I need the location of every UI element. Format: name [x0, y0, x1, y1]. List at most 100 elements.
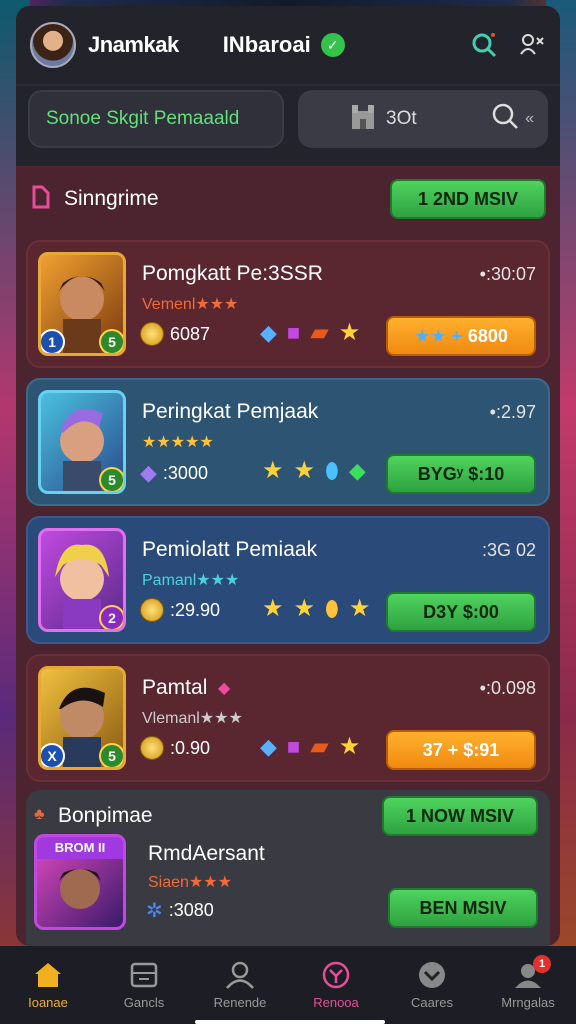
- section-title: Sinngrime: [64, 187, 159, 210]
- player-name: Pomgkatt Pe:3SSR: [142, 262, 323, 285]
- player-coins: :29.90: [170, 599, 221, 620]
- user-switch-icon[interactable]: [518, 31, 546, 59]
- chest-icon: ▰: [310, 733, 329, 760]
- notification-badge: 1: [533, 954, 551, 973]
- username: Jnamkak: [88, 32, 179, 57]
- star-icon: ★: [262, 595, 284, 622]
- coin-icon: ⬮: [325, 595, 339, 621]
- search-icon[interactable]: [470, 31, 498, 59]
- purple-gem-icon: ■: [286, 733, 301, 759]
- featured-buy-label: BEN MSIV: [419, 897, 507, 918]
- blue-gem-icon: ⬮: [325, 457, 339, 483]
- player-name: Peringkat Pemjaak: [142, 400, 319, 423]
- chevron-icon[interactable]: «: [525, 110, 534, 128]
- diamond-icon: ◆: [260, 733, 277, 759]
- featured-action-button[interactable]: 1 NOW MSIV: [382, 796, 538, 836]
- nav-rewards[interactable]: Renooa: [291, 961, 381, 1010]
- nav-profile[interactable]: Renende: [195, 961, 285, 1010]
- player-portrait: 2: [38, 528, 126, 632]
- player-card[interactable]: 2 Pemiolatt Pemiaak :3G 02 Pamanl★★★ :29…: [26, 516, 550, 644]
- player-coins: :3000: [162, 462, 208, 483]
- nav-cares[interactable]: Caares: [387, 961, 477, 1010]
- player-card[interactable]: 1 5 Pomgkatt Pe:3SSR •:30:07 Vemenl★★★ 6…: [26, 240, 550, 368]
- tab-main[interactable]: Sonoe Skgit Pemaaald: [28, 90, 284, 148]
- player-time: •:2.97: [489, 402, 536, 422]
- tab-search-icon[interactable]: [491, 102, 519, 136]
- player-action-label: BYGʸ $:10: [417, 463, 505, 484]
- nav-messages-label: Mrngalas: [501, 994, 555, 1010]
- home-icon: [35, 962, 61, 987]
- nav-home-label: Ioanae: [28, 994, 68, 1010]
- rank-badge: 2: [99, 605, 123, 629]
- app-window: Jnamkak INbaroai ✓ Sonoe Skgit Pemaaald …: [16, 6, 560, 946]
- nav-home[interactable]: Ioanae: [3, 961, 93, 1010]
- rewards-icon: [322, 961, 350, 988]
- header: Jnamkak INbaroai ✓: [16, 6, 560, 84]
- player-portrait: 1 5: [38, 252, 126, 356]
- gem-row: ★ ★ ⬮ ◆: [262, 456, 366, 485]
- tab-bar: Sonoe Skgit Pemaaald 3Ot «: [16, 86, 560, 233]
- player-time: •:0.098: [479, 678, 536, 698]
- player-time: •:30:07: [479, 264, 536, 284]
- player-action-button[interactable]: ★★ + 6800: [386, 316, 536, 356]
- tab-secondary-label: 3Ot: [386, 108, 417, 129]
- nav-messages[interactable]: 1 Mrngalas: [483, 954, 573, 1010]
- leaderboard-section: Sinngrime 1 2ND MSIV 1 5 Pomgkatt Pe:3SS…: [16, 166, 560, 946]
- player-action-button[interactable]: 37 + $:91: [386, 730, 536, 770]
- chevron-down-icon: [419, 961, 445, 988]
- nav-games-label: Gancls: [123, 994, 165, 1010]
- player-coins: 6087: [170, 323, 211, 344]
- nav-rewards-label: Renooa: [313, 994, 359, 1010]
- gem-row: ★ ★ ⬮ ★: [262, 594, 370, 623]
- featured-rank: Siaen★★★: [148, 874, 232, 891]
- level-badge: 1: [41, 329, 65, 353]
- bottom-navigation: Ioanae Gancls Renende Renooa Caares 1 Mr…: [0, 946, 576, 1024]
- star-icon: ★: [293, 457, 316, 484]
- player-action-button[interactable]: BYGʸ $:10: [386, 454, 536, 494]
- home-indicator: [195, 1020, 385, 1024]
- coin-icon: [140, 598, 164, 622]
- gem-row: ◆ ■ ▰ ★: [260, 318, 360, 347]
- green-gem-icon: ◆: [348, 457, 366, 483]
- featured-buy-button[interactable]: BEN MSIV: [388, 888, 538, 928]
- featured-tag: BROM II: [37, 837, 123, 859]
- player-action-button[interactable]: D3Y $:00: [386, 592, 536, 632]
- tab-secondary[interactable]: 3Ot «: [298, 90, 548, 148]
- tab-main-label: Sonoe Skgit Pemaaald: [46, 108, 240, 129]
- player-time: :3G 02: [481, 540, 536, 560]
- level-badge: X: [41, 743, 65, 767]
- nav-games[interactable]: Gancls: [99, 961, 189, 1010]
- avatar[interactable]: [30, 22, 76, 68]
- purple-gem-icon: ■: [286, 319, 301, 345]
- featured-title: Bonpimae: [58, 804, 153, 827]
- featured-section: ♣ Bonpimae 1 NOW MSIV BROM II RmdAersant…: [26, 790, 550, 946]
- star-icon: ★: [262, 457, 284, 484]
- gem-row: ◆ ■ ▰ ★: [260, 732, 360, 761]
- nav-cares-label: Caares: [411, 994, 453, 1010]
- player-card[interactable]: X 5 Pamtal ◆ •:0.098 Vlemanl★★★ :0.90 ◆ …: [26, 654, 550, 782]
- featured-portrait: BROM II: [34, 834, 126, 930]
- nav-profile-label: Renende: [213, 994, 267, 1010]
- section-action-button[interactable]: 1 2ND MSIV: [390, 179, 546, 219]
- star-icon: ★: [338, 319, 361, 346]
- rank-badge: 5: [99, 329, 123, 353]
- player-coins: :0.90: [170, 737, 211, 758]
- coin-icon: [140, 736, 164, 760]
- flame-icon: ♣: [34, 806, 45, 823]
- player-rank: ★★★★★: [142, 434, 214, 451]
- player-rank: Vemenl★★★: [142, 296, 239, 313]
- chest-icon: ▰: [310, 319, 329, 346]
- rank-badge: 5: [99, 467, 123, 491]
- section-icon: [30, 185, 52, 214]
- diamond-icon: ◆: [260, 319, 277, 345]
- rank-badge: 5: [99, 743, 123, 767]
- castle-icon: [348, 101, 378, 137]
- player-portrait: X 5: [38, 666, 126, 770]
- player-rank: Vlemanl★★★: [142, 710, 243, 727]
- section-action-label: 1 2ND MSIV: [417, 188, 519, 209]
- star-icon: ★: [293, 595, 316, 622]
- player-card[interactable]: 5 Peringkat Pemjaak •:2.97 ★★★★★ ◆:3000 …: [26, 378, 550, 506]
- verified-icon: ✓: [320, 33, 345, 57]
- featured-name: RmdAersant: [148, 842, 265, 865]
- player-action-label: 6800: [467, 325, 508, 346]
